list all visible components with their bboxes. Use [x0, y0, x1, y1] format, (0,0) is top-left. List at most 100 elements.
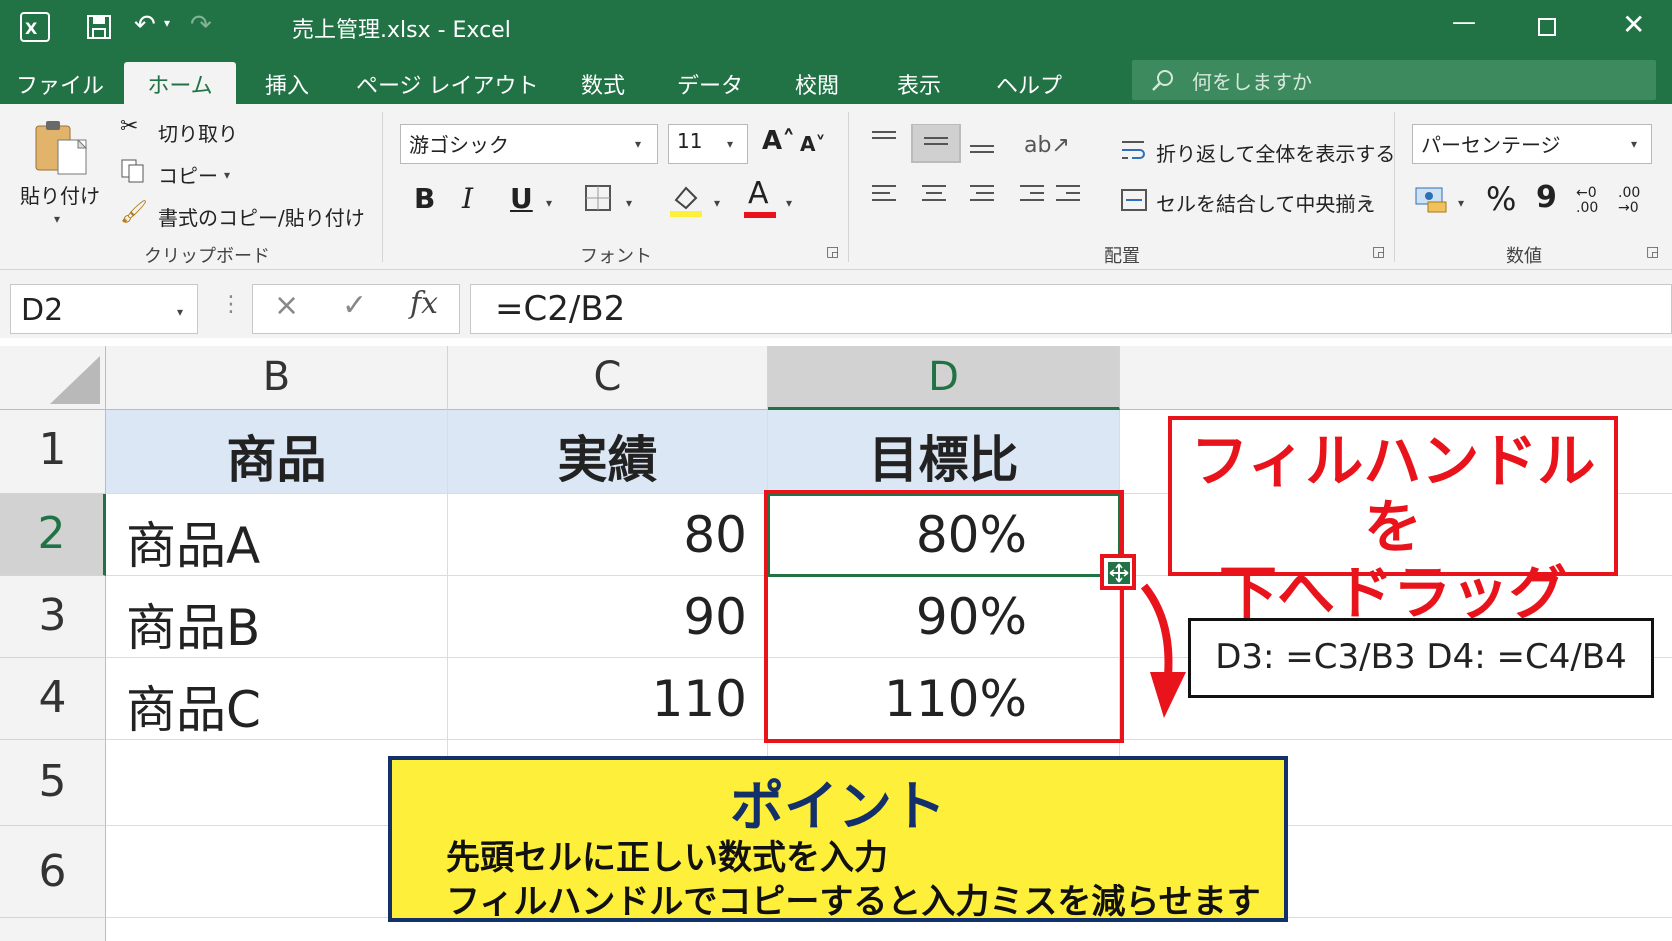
select-all-button[interactable] — [0, 346, 106, 410]
chevron-down-icon: ▾ — [635, 137, 642, 151]
point-callout: ポイント 先頭セルに正しい数式を入力 フィルハンドルでコピーすると入力ミスを減ら… — [388, 756, 1288, 922]
fill-color-dropdown-icon[interactable]: ▾ — [714, 196, 720, 210]
comma-style-button[interactable]: 9 — [1536, 180, 1557, 215]
currency-dropdown-icon[interactable]: ▾ — [1458, 196, 1464, 210]
dialog-launcher-icon[interactable]: ◲ — [1372, 244, 1385, 260]
undo-icon[interactable]: ↶ — [134, 10, 156, 40]
chevron-down-icon: ▾ — [727, 137, 734, 151]
decrease-decimal-button[interactable]: .00 →0 — [1618, 186, 1654, 216]
font-color-dropdown-icon[interactable]: ▾ — [786, 196, 792, 210]
cell-b3[interactable]: 商品B — [106, 576, 448, 658]
merge-center-icon[interactable] — [1120, 186, 1148, 214]
column-header-d[interactable]: D — [768, 346, 1120, 410]
row-header-2[interactable]: 2 — [0, 494, 106, 576]
chevron-down-icon: ▾ — [1631, 137, 1638, 151]
cell-c2[interactable]: 80 — [448, 494, 768, 576]
paste-icon[interactable] — [34, 118, 92, 176]
enter-icon[interactable]: ✓ — [342, 288, 367, 323]
undo-dropdown-icon[interactable]: ▾ — [164, 16, 170, 30]
window-title: 売上管理.xlsx - Excel — [292, 18, 511, 43]
row-header-1[interactable]: 1 — [0, 410, 106, 494]
point-line2: フィルハンドルでコピーすると入力ミスを減らせます — [446, 882, 1261, 922]
close-button[interactable]: ✕ — [1622, 8, 1645, 41]
tab-help[interactable]: ヘルプ — [986, 62, 1072, 104]
insert-function-icon[interactable]: fx — [410, 286, 438, 321]
underline-button[interactable]: U — [510, 182, 533, 215]
maximize-button[interactable] — [1538, 18, 1556, 36]
row-header-4[interactable]: 4 — [0, 658, 106, 740]
ribbon-divider — [1394, 112, 1395, 262]
column-header-empty — [1120, 346, 1672, 410]
cell-b1[interactable]: 商品 — [106, 410, 448, 494]
wrap-text-button[interactable]: 折り返して全体を表示する — [1156, 138, 1395, 167]
cell-b4[interactable]: 商品C — [106, 658, 448, 740]
copy-icon[interactable] — [120, 158, 146, 184]
scissors-icon[interactable]: ✂ — [120, 114, 138, 139]
dialog-launcher-icon[interactable]: ◲ — [1646, 244, 1659, 260]
tab-review[interactable]: 校閲 — [782, 62, 852, 104]
percent-style-button[interactable]: % — [1486, 180, 1516, 218]
paste-button[interactable]: 貼り付け — [20, 180, 100, 209]
column-header-c[interactable]: C — [448, 346, 768, 410]
search-icon — [1152, 70, 1173, 91]
clipboard-group-label: クリップボード — [144, 246, 270, 267]
merge-dropdown-icon[interactable]: ▾ — [1366, 196, 1372, 210]
row-header-3[interactable]: 3 — [0, 576, 106, 658]
cell-d1[interactable]: 目標比 — [768, 410, 1120, 494]
currency-format-icon[interactable] — [1414, 184, 1448, 214]
cut-button[interactable]: 切り取り — [158, 118, 238, 147]
bold-button[interactable]: B — [414, 182, 435, 215]
copy-button[interactable]: コピー — [158, 160, 218, 189]
dialog-launcher-icon[interactable]: ◲ — [826, 244, 839, 260]
formula-input[interactable]: =C2/B2 — [470, 284, 1672, 334]
row-header-5[interactable]: 5 — [0, 740, 106, 826]
underline-dropdown-icon[interactable]: ▾ — [546, 196, 552, 210]
save-icon[interactable] — [86, 14, 112, 40]
font-color-button[interactable]: A — [748, 176, 769, 211]
increase-decimal-button[interactable]: ←0 .00 — [1576, 186, 1612, 216]
increase-font-size-icon[interactable]: A˄ — [762, 126, 795, 156]
row-header-7[interactable] — [0, 918, 106, 941]
tab-page-layout[interactable]: ページ レイアウト — [356, 62, 539, 104]
row-header-6[interactable]: 6 — [0, 826, 106, 918]
decrease-font-size-icon[interactable]: A˅ — [800, 132, 825, 156]
merge-center-button[interactable]: セルを結合して中央揃え — [1156, 188, 1375, 217]
cell-c1[interactable]: 実績 — [448, 410, 768, 494]
format-painter-button[interactable]: 書式のコピー/貼り付け — [158, 202, 365, 231]
column-header-b[interactable]: B — [106, 346, 448, 410]
tab-view[interactable]: 表示 — [884, 62, 954, 104]
number-format-combo[interactable]: パーセンテージ ▾ — [1412, 124, 1652, 164]
border-icon[interactable] — [584, 184, 612, 212]
tab-home[interactable]: ホーム — [124, 62, 236, 104]
border-dropdown-icon[interactable]: ▾ — [626, 196, 632, 210]
ribbon-divider — [382, 112, 383, 262]
format-painter-icon[interactable]: 🖌 — [120, 200, 148, 225]
wrap-text-icon[interactable] — [1120, 136, 1148, 164]
font-group-label: フォント — [580, 246, 652, 267]
cell-c4[interactable]: 110 — [448, 658, 768, 740]
paste-dropdown-icon[interactable]: ▾ — [54, 212, 60, 226]
tab-file[interactable]: ファイル — [12, 62, 108, 104]
svg-text:ab↗: ab↗ — [1024, 133, 1070, 158]
name-box[interactable]: D2 ▾ — [10, 284, 198, 334]
tab-formulas[interactable]: 数式 — [568, 62, 638, 104]
cell-c3[interactable]: 90 — [448, 576, 768, 658]
font-size-combo[interactable]: 11 ▾ — [668, 124, 748, 164]
copy-dropdown-icon[interactable]: ▾ — [224, 168, 230, 182]
fill-handle-callout: フィルハンドルを 下へドラッグ — [1168, 416, 1618, 626]
italic-button[interactable]: I — [462, 182, 473, 215]
font-color-swatch — [744, 212, 776, 218]
tab-insert[interactable]: 挿入 — [252, 62, 322, 104]
fill-handle-callout-line2: 下へドラッグ — [1218, 559, 1567, 627]
cell-b2[interactable]: 商品A — [106, 494, 448, 576]
fill-color-icon[interactable] — [668, 180, 704, 218]
font-name-combo[interactable]: 游ゴシック ▾ — [400, 124, 658, 164]
chevron-down-icon: ▾ — [177, 305, 184, 319]
search-box[interactable]: 何をしますか — [1132, 60, 1656, 100]
tab-data[interactable]: データ — [670, 62, 750, 104]
redo-icon[interactable]: ↷ — [190, 10, 212, 40]
align-middle-button[interactable] — [916, 124, 964, 162]
cancel-icon[interactable]: × — [274, 288, 299, 323]
minimize-button[interactable]: — — [1452, 8, 1476, 36]
formula-bar-handle[interactable]: ⋮ — [220, 292, 242, 317]
